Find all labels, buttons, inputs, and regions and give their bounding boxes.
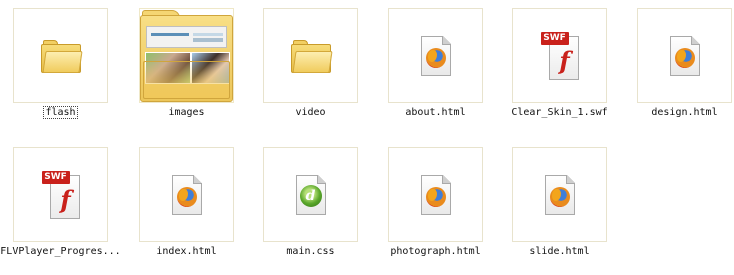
file-name: flash <box>43 106 78 119</box>
file-name: slide.html <box>529 246 590 257</box>
file-item-about-html[interactable]: about.html <box>375 0 500 135</box>
dreamweaver-css-icon: d <box>295 174 326 215</box>
file-name: about.html <box>405 107 466 118</box>
thumbnail[interactable] <box>388 8 483 103</box>
file-name: video <box>295 107 326 118</box>
thumbnail[interactable]: d <box>263 147 358 242</box>
firefox-html-icon <box>171 174 202 215</box>
flash-swf-icon: SWF f <box>540 31 579 80</box>
images-folder-icon <box>140 9 233 102</box>
thumbnail[interactable] <box>139 8 234 103</box>
file-name: design.html <box>651 107 718 118</box>
firefox-html-icon <box>544 174 575 215</box>
file-item-slide-html[interactable]: slide.html <box>499 139 624 274</box>
thumbnail[interactable] <box>263 8 358 103</box>
file-name: photograph.html <box>390 246 481 257</box>
folder-icon <box>290 39 333 73</box>
file-name: FLVPlayer_Progres... <box>0 246 121 257</box>
file-item-index-html[interactable]: index.html <box>126 139 251 274</box>
thumbnail[interactable] <box>512 147 607 242</box>
file-item-video[interactable]: video <box>250 0 375 135</box>
file-item-images[interactable]: images <box>126 0 251 135</box>
file-item-photograph-html[interactable]: photograph.html <box>375 139 500 274</box>
firefox-html-icon <box>669 35 700 76</box>
swf-badge: SWF <box>540 31 569 45</box>
folder-icon <box>40 39 83 73</box>
firefox-html-icon <box>420 174 451 215</box>
file-item-flvplayer-swf[interactable]: SWF f FLVPlayer_Progres... <box>0 139 125 274</box>
file-item-clear-skin-swf[interactable]: SWF f Clear_Skin_1.swf <box>499 0 624 135</box>
file-item-main-css[interactable]: d main.css <box>250 139 375 274</box>
file-item-flash[interactable]: flash <box>0 0 125 135</box>
thumbnail[interactable] <box>13 8 108 103</box>
swf-badge: SWF <box>41 170 70 184</box>
thumbnail[interactable] <box>139 147 234 242</box>
file-name: images <box>168 107 205 118</box>
file-item-design-html[interactable]: design.html <box>624 0 734 135</box>
thumbnail[interactable] <box>637 8 732 103</box>
flash-swf-icon: SWF f <box>41 170 80 219</box>
file-name: main.css <box>286 246 335 257</box>
thumbnail[interactable] <box>388 147 483 242</box>
file-name: index.html <box>156 246 217 257</box>
thumbnail[interactable]: SWF f <box>13 147 108 242</box>
firefox-html-icon <box>420 35 451 76</box>
file-name: Clear_Skin_1.swf <box>511 107 608 118</box>
thumbnail[interactable]: SWF f <box>512 8 607 103</box>
